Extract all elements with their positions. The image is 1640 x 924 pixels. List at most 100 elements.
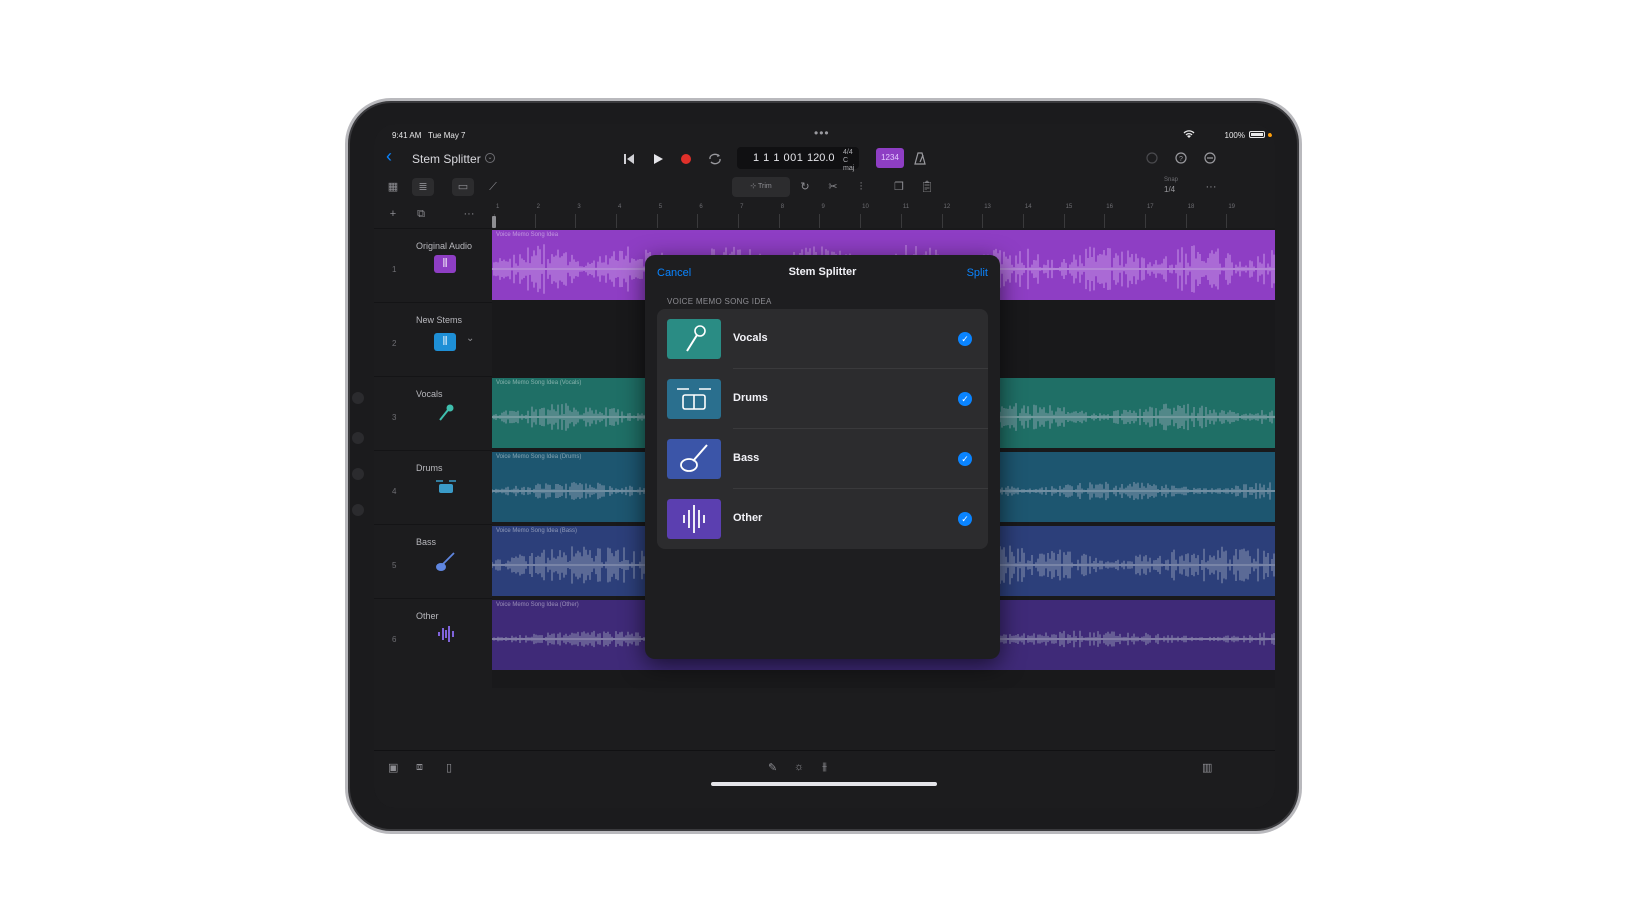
ruler-tick (697, 214, 699, 228)
track-header-new-stems[interactable]: 2 New Stems ⫼ ⌄ (374, 302, 492, 376)
playhead[interactable] (492, 216, 496, 228)
smart-controls-icon[interactable]: ☼ (794, 761, 804, 773)
more-icon[interactable]: ··· (1200, 178, 1222, 196)
checkmark-icon[interactable]: ✓ (958, 392, 972, 406)
checkmark-icon[interactable]: ✓ (958, 452, 972, 466)
play-icon[interactable] (652, 153, 664, 165)
bass-guitar-icon (436, 552, 455, 571)
paste-icon[interactable]: 📋︎ (916, 178, 938, 196)
track-header-vocals[interactable]: 3 Vocals (374, 376, 492, 450)
track-header-original-audio[interactable]: 1 Original Audio ⫼ (374, 228, 492, 302)
snap-label: Snap (1164, 177, 1179, 183)
lcd-display[interactable]: 1 1 1 001 120.0 4/4 C maj (737, 147, 859, 172)
automation-icon[interactable]: ⟋ (482, 178, 504, 196)
battery-icon (1249, 131, 1265, 138)
ruler-tick (819, 214, 821, 228)
microphone-icon (439, 404, 454, 421)
home-indicator[interactable] (711, 782, 937, 786)
ruler-bar-number: 14 (1024, 204, 1032, 210)
ruler-tick (656, 214, 658, 228)
key-signature: C maj (843, 157, 855, 172)
track-number: 5 (392, 561, 397, 570)
wifi-icon (1183, 130, 1195, 138)
track-options-icon[interactable]: ··· (458, 205, 480, 223)
dialog-title: Stem Splitter (788, 266, 857, 278)
stem-row-drums[interactable]: Drums ✓ (657, 369, 988, 429)
ruler-bar-number: 11 (902, 204, 910, 210)
stem-splitter-dialog: Cancel Stem Splitter Split VOICE MEMO SO… (645, 255, 1000, 659)
pencil-icon[interactable]: ✎ (768, 761, 777, 774)
stem-label: Drums (733, 392, 768, 404)
settings-dial-icon[interactable] (1146, 152, 1158, 164)
chevron-down-icon[interactable]: ⌄ (485, 153, 495, 163)
back-chevron-icon[interactable]: ‹ (386, 146, 392, 167)
track-header-drums[interactable]: 4 Drums (374, 450, 492, 524)
ruler-bar-number: 6 (699, 204, 703, 210)
snap-control[interactable]: Snap 1/4 (1164, 176, 1178, 196)
status-bar: 9:41 AM Tue May 7 ••• 100% (374, 124, 1275, 144)
browser-icon[interactable]: ▣ (388, 761, 398, 774)
checkmark-icon[interactable]: ✓ (958, 332, 972, 346)
side-button (352, 504, 364, 516)
timeline-ruler[interactable]: 1 2 3 4 5 6 7 8 9 10 11 12 13 14 15 16 17 18 19 (492, 200, 1275, 228)
track-header-other[interactable]: 6 Other (374, 598, 492, 672)
edit-toolbar: ▦ ≣ ▭ ⟋ ⊹ Trim ↻ ✂ ⫶ ❐ 📋︎ Snap 1/4 ··· (374, 174, 1275, 200)
project-title[interactable]: Stem Splitter (412, 152, 481, 166)
track-name: Bass (416, 537, 437, 547)
loop-icon[interactable]: ↻ (794, 178, 816, 196)
waveform-icon (667, 499, 721, 539)
svg-text:?: ? (1179, 156, 1183, 163)
stem-label: Vocals (733, 332, 768, 344)
chevron-down-icon[interactable]: ⌄ (466, 333, 474, 344)
grid-view-icon[interactable]: ▦ (382, 178, 404, 196)
ruler-bar-number: 16 (1106, 204, 1113, 210)
region-name: Voice Memo Song Idea (Other) (496, 602, 579, 608)
ruler-tick (616, 214, 618, 228)
ruler-bar-number: 15 (1065, 204, 1073, 210)
record-icon[interactable] (680, 153, 692, 165)
ruler-bar-number: 5 (658, 204, 663, 210)
add-track-icon[interactable]: + (382, 205, 404, 223)
track-number: 6 (392, 635, 397, 644)
trim-button[interactable]: ⊹ Trim (732, 177, 790, 197)
tempo: 120.0 (807, 152, 835, 164)
stem-row-vocals[interactable]: Vocals ✓ (657, 309, 988, 369)
duplicate-track-icon[interactable]: ⧉ (410, 205, 432, 223)
track-number: 3 (392, 413, 397, 422)
ruler-bar-number: 17 (1146, 204, 1154, 210)
stem-row-other[interactable]: Other ✓ (657, 489, 988, 549)
info-icon[interactable]: ▯ (446, 761, 452, 774)
help-icon[interactable]: ? (1175, 152, 1187, 164)
keyboard-icon[interactable]: ▥ (1202, 761, 1212, 774)
time-signature-key: 4/4 C maj (843, 149, 859, 173)
stem-row-bass[interactable]: Bass ✓ (657, 429, 988, 489)
ruler-bar-number: 7 (740, 204, 744, 210)
cut-icon[interactable]: ✂ (822, 178, 844, 196)
mixer-icon[interactable]: ⫵ (822, 761, 827, 774)
plugins-icon[interactable]: ⧈ (416, 761, 423, 774)
checkmark-icon[interactable]: ✓ (958, 512, 972, 526)
ruler-tick (1226, 214, 1228, 228)
snap-value: 1/4 (1164, 185, 1176, 194)
metronome-icon[interactable] (914, 152, 926, 165)
copy-icon[interactable]: ❐ (888, 178, 910, 196)
cycle-icon[interactable] (708, 153, 722, 165)
status-time: 9:41 AM (392, 131, 422, 140)
split-button[interactable]: Split (967, 267, 988, 279)
ruler-tick (1185, 214, 1187, 228)
ruler-tick (860, 214, 862, 228)
ruler-tick (1144, 214, 1146, 228)
section-header: VOICE MEMO SONG IDEA (667, 297, 772, 306)
multitask-dots-icon[interactable]: ••• (814, 126, 830, 140)
rewind-icon[interactable] (623, 153, 635, 165)
ruler-tick (941, 214, 943, 228)
track-header-bass[interactable]: 5 Bass (374, 524, 492, 598)
ruler-tick (900, 214, 902, 228)
count-in-button[interactable]: 1234 (876, 148, 904, 168)
more-options-icon[interactable] (1204, 152, 1216, 164)
window-icon[interactable]: ▭ (452, 178, 474, 196)
tracks-view-icon[interactable]: ≣ (412, 178, 434, 196)
track-headers: + ⧉ ··· 1 Original Audio ⫼ 2 New Stems ⫼… (374, 200, 492, 750)
side-button (352, 392, 364, 404)
split-icon[interactable]: ⫶ (850, 178, 872, 196)
